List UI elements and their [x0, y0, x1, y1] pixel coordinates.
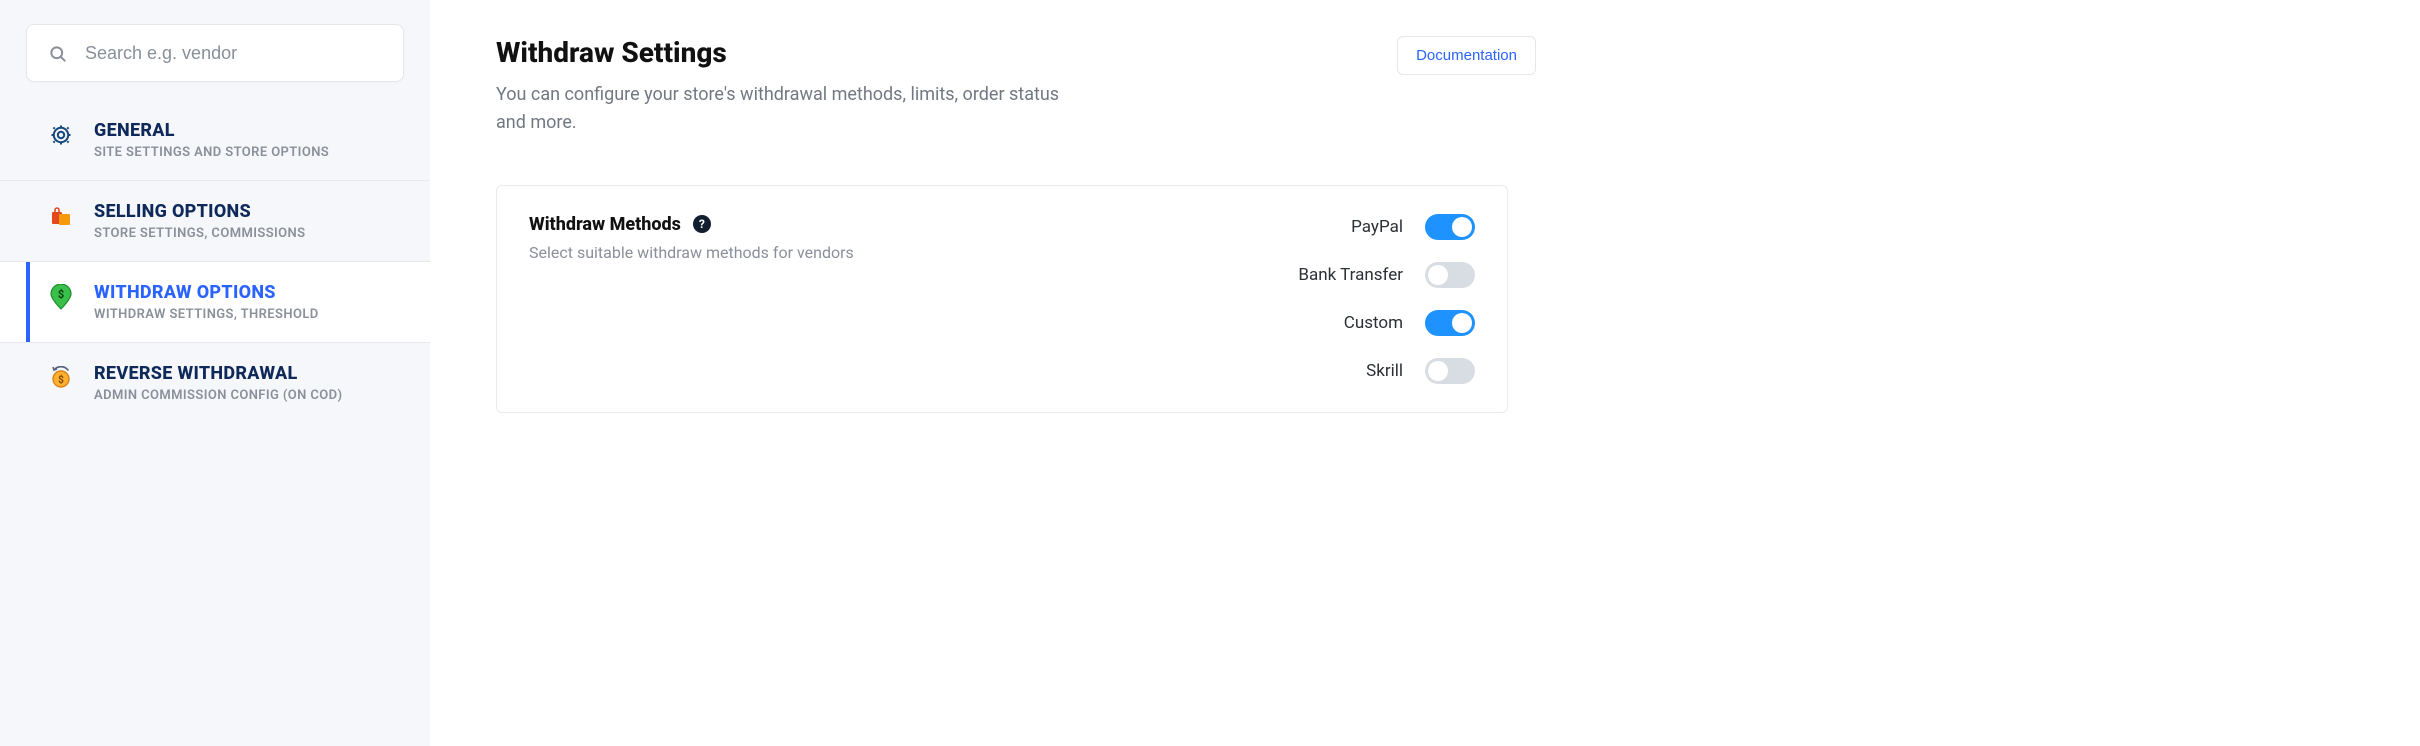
panel-subtitle: Select suitable withdraw methods for ven…	[529, 243, 854, 262]
svg-text:$: $	[58, 288, 64, 301]
documentation-button[interactable]: Documentation	[1397, 36, 1536, 75]
sidebar-item-general[interactable]: GENERAL SITE SETTINGS AND STORE OPTIONS	[0, 100, 430, 181]
sidebar-item-sub: ADMIN COMMISSION CONFIG (ON COD)	[94, 388, 342, 403]
sidebar-item-label: SELLING OPTIONS	[94, 201, 305, 222]
sidebar: GENERAL SITE SETTINGS AND STORE OPTIONS …	[0, 0, 430, 746]
page-title: Withdraw Settings	[496, 36, 1076, 69]
sidebar-item-selling[interactable]: SELLING OPTIONS STORE SETTINGS, COMMISSI…	[0, 181, 430, 262]
main-content: Withdraw Settings You can configure your…	[430, 0, 2420, 746]
method-label: Custom	[1344, 313, 1403, 333]
method-label: Skrill	[1366, 361, 1403, 381]
sidebar-item-sub: SITE SETTINGS AND STORE OPTIONS	[94, 145, 329, 160]
search-icon	[45, 41, 71, 67]
panel-title: Withdraw Methods	[529, 214, 681, 235]
sidebar-item-label: REVERSE WITHDRAWAL	[94, 363, 342, 384]
method-label: Bank Transfer	[1298, 265, 1403, 285]
search-box[interactable]	[26, 24, 404, 82]
toggle-bank-transfer[interactable]	[1425, 262, 1475, 288]
sidebar-item-label: WITHDRAW OPTIONS	[94, 282, 319, 303]
toggle-paypal[interactable]	[1425, 214, 1475, 240]
help-icon[interactable]: ?	[693, 215, 711, 233]
dollar-pin-icon: $	[48, 284, 74, 310]
toggle-skrill[interactable]	[1425, 358, 1475, 384]
sidebar-item-reverse-withdrawal[interactable]: $ REVERSE WITHDRAWAL ADMIN COMMISSION CO…	[0, 343, 430, 423]
search-input[interactable]	[85, 43, 385, 64]
sidebar-item-sub: STORE SETTINGS, COMMISSIONS	[94, 226, 305, 241]
withdraw-methods-panel: Withdraw Methods ? Select suitable withd…	[496, 185, 1508, 413]
gear-icon	[48, 122, 74, 148]
method-row-bank-transfer: Bank Transfer	[1298, 262, 1475, 288]
svg-text:$: $	[58, 373, 64, 386]
toggle-custom[interactable]	[1425, 310, 1475, 336]
method-row-paypal: PayPal	[1351, 214, 1475, 240]
sidebar-item-sub: WITHDRAW SETTINGS, THRESHOLD	[94, 307, 319, 322]
shopping-bags-icon	[48, 203, 74, 229]
coin-refresh-icon: $	[48, 365, 74, 391]
sidebar-item-label: GENERAL	[94, 120, 329, 141]
sidebar-item-withdraw[interactable]: $ WITHDRAW OPTIONS WITHDRAW SETTINGS, TH…	[0, 262, 430, 343]
method-row-skrill: Skrill	[1366, 358, 1475, 384]
method-row-custom: Custom	[1344, 310, 1475, 336]
method-label: PayPal	[1351, 217, 1403, 237]
page-description: You can configure your store's withdrawa…	[496, 81, 1076, 137]
